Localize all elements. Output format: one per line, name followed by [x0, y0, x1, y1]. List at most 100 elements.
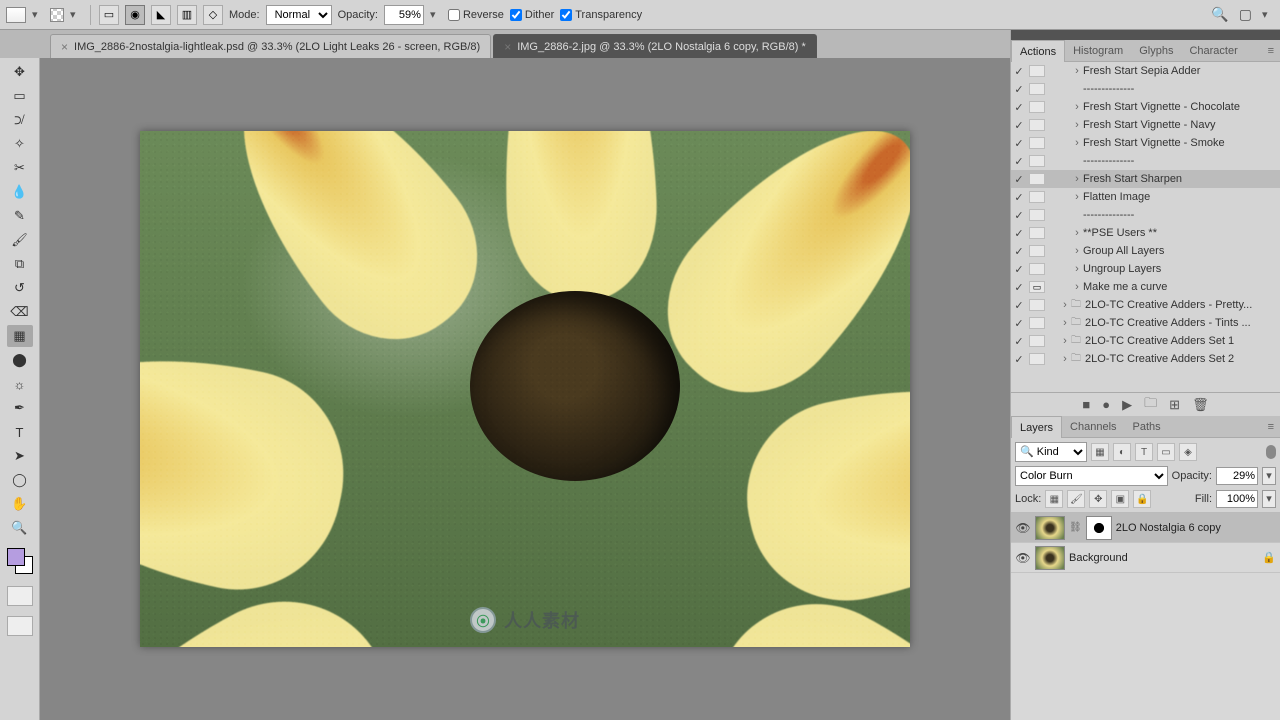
tab-paths[interactable]: Paths [1125, 416, 1169, 438]
transparency-checkbox[interactable]: Transparency [560, 9, 642, 21]
actions-list[interactable]: ✓›Fresh Start Sepia Adder✓--------------… [1011, 62, 1280, 392]
chevron-down-icon[interactable]: ▾ [1262, 8, 1274, 21]
stop-icon[interactable]: ■ [1082, 397, 1090, 412]
gradient-preview[interactable] [50, 8, 64, 22]
chevron-down-icon[interactable]: ▾ [1262, 490, 1276, 508]
hand-tool-icon[interactable]: ✋ [7, 493, 33, 515]
chevron-down-icon[interactable]: ▾ [70, 8, 82, 21]
lasso-tool-icon[interactable]: ⟉ [7, 109, 33, 131]
type-tool-icon[interactable]: T [7, 421, 33, 443]
layer-name[interactable]: 2LO Nostalgia 6 copy [1116, 522, 1276, 534]
action-row[interactable]: ✓›Fresh Start Vignette - Smoke [1011, 134, 1280, 152]
chevron-right-icon[interactable]: › [1071, 65, 1083, 77]
action-dialog-icon[interactable] [1029, 101, 1045, 113]
action-row[interactable]: ✓›Group All Layers [1011, 242, 1280, 260]
trash-icon[interactable]: 🗑 [1192, 397, 1209, 413]
action-dialog-icon[interactable] [1029, 245, 1045, 257]
document-tab[interactable]: × IMG_2886-2.jpg @ 33.3% (2LO Nostalgia … [493, 34, 817, 58]
gradient-tool-icon[interactable]: ▦ [7, 325, 33, 347]
lock-position-icon[interactable]: ✥ [1089, 490, 1107, 508]
action-check-icon[interactable]: ✓ [1011, 65, 1027, 78]
document-tab[interactable]: × IMG_2886-2nostalgia-lightleak.psd @ 33… [50, 34, 491, 58]
dither-checkbox[interactable]: Dither [510, 9, 554, 21]
new-set-icon[interactable]: 🗀 [1144, 394, 1157, 416]
tab-glyphs[interactable]: Glyphs [1131, 40, 1181, 62]
action-check-icon[interactable]: ✓ [1011, 119, 1027, 132]
action-dialog-icon[interactable] [1029, 317, 1045, 329]
action-row[interactable]: ✓›Flatten Image [1011, 188, 1280, 206]
angle-gradient-button[interactable]: ◣ [151, 5, 171, 25]
blend-mode-select[interactable]: Normal [266, 5, 332, 25]
tab-channels[interactable]: Channels [1062, 416, 1124, 438]
action-row[interactable]: ✓-------------- [1011, 80, 1280, 98]
close-icon[interactable]: × [504, 40, 511, 54]
workspace-icon[interactable]: ▢ [1239, 6, 1252, 23]
marquee-tool-icon[interactable]: ▭ [7, 85, 33, 107]
action-dialog-icon[interactable] [1029, 65, 1045, 77]
filter-adjust-icon[interactable]: ◐ [1113, 443, 1131, 461]
layer-opacity-input[interactable] [1216, 467, 1258, 485]
quick-mask-icon[interactable] [7, 586, 33, 606]
tab-actions[interactable]: Actions [1011, 40, 1065, 62]
linear-gradient-button[interactable]: ▭ [99, 5, 119, 25]
filter-shape-icon[interactable]: ▭ [1157, 443, 1175, 461]
canvas-area[interactable]: ⦿ 人人素材 [40, 58, 1010, 720]
action-check-icon[interactable]: ✓ [1011, 245, 1027, 258]
layer-row[interactable]: 👁 ⛓ 2LO Nostalgia 6 copy [1011, 513, 1280, 543]
action-check-icon[interactable]: ✓ [1011, 155, 1027, 168]
path-selection-tool-icon[interactable]: ➤ [7, 445, 33, 467]
filter-kind-select[interactable]: 🔍 Kind [1015, 442, 1087, 462]
action-check-icon[interactable]: ✓ [1011, 281, 1027, 294]
reflected-gradient-button[interactable]: ▥ [177, 5, 197, 25]
action-dialog-icon[interactable] [1029, 209, 1045, 221]
panel-menu-icon[interactable]: ≡ [1262, 45, 1280, 57]
blend-mode-select[interactable]: Color Burn [1015, 466, 1168, 486]
history-brush-tool-icon[interactable]: ↺ [7, 277, 33, 299]
new-action-icon[interactable]: ⊞ [1169, 397, 1180, 413]
radial-gradient-button[interactable]: ◉ [125, 5, 145, 25]
foreground-color-swatch[interactable] [7, 548, 25, 566]
filter-type-icon[interactable]: T [1135, 443, 1153, 461]
search-icon[interactable]: 🔍 [1211, 6, 1228, 23]
layers-list[interactable]: 👁⛓2LO Nostalgia 6 copy👁Background🔒 [1011, 513, 1280, 720]
action-dialog-icon[interactable] [1029, 83, 1045, 95]
clone-stamp-tool-icon[interactable]: ⧉ [7, 253, 33, 275]
chevron-right-icon[interactable]: › [1071, 281, 1083, 293]
canvas-document[interactable]: ⦿ 人人素材 [140, 131, 910, 647]
layer-thumbnail[interactable] [1035, 546, 1065, 570]
action-check-icon[interactable]: ✓ [1011, 101, 1027, 114]
link-icon[interactable]: ⛓ [1069, 522, 1082, 533]
chevron-right-icon[interactable]: › [1059, 353, 1071, 365]
action-row[interactable]: ✓›🗀2LO-TC Creative Adders - Pretty... [1011, 296, 1280, 314]
action-dialog-icon[interactable] [1029, 191, 1045, 203]
chevron-right-icon[interactable]: › [1059, 335, 1071, 347]
lock-all-icon[interactable]: 🔒 [1133, 490, 1151, 508]
close-icon[interactable]: × [61, 40, 68, 54]
action-check-icon[interactable]: ✓ [1011, 209, 1027, 222]
action-dialog-icon[interactable] [1029, 227, 1045, 239]
action-row[interactable]: ✓›Fresh Start Vignette - Chocolate [1011, 98, 1280, 116]
diamond-gradient-button[interactable]: ◇ [203, 5, 223, 25]
action-check-icon[interactable]: ✓ [1011, 353, 1027, 366]
action-check-icon[interactable]: ✓ [1011, 191, 1027, 204]
action-row[interactable]: ✓›Fresh Start Sharpen [1011, 170, 1280, 188]
action-check-icon[interactable]: ✓ [1011, 173, 1027, 186]
blur-tool-icon[interactable]: ⬤ [7, 349, 33, 371]
record-icon[interactable]: ● [1102, 397, 1110, 412]
action-check-icon[interactable]: ✓ [1011, 227, 1027, 240]
action-row[interactable]: ✓›Ungroup Layers [1011, 260, 1280, 278]
gradient-swatch[interactable] [6, 7, 26, 23]
eyedropper-tool-icon[interactable]: 💧 [7, 181, 33, 203]
play-icon[interactable]: ▶ [1122, 397, 1132, 413]
shape-tool-icon[interactable]: ◯ [7, 469, 33, 491]
visibility-icon[interactable]: 👁 [1015, 521, 1031, 535]
lock-transparency-icon[interactable]: ▦ [1045, 490, 1063, 508]
action-check-icon[interactable]: ✓ [1011, 83, 1027, 96]
crop-tool-icon[interactable]: ✂ [7, 157, 33, 179]
tab-histogram[interactable]: Histogram [1065, 40, 1131, 62]
opacity-input[interactable] [384, 5, 424, 25]
action-check-icon[interactable]: ✓ [1011, 299, 1027, 312]
action-dialog-icon[interactable] [1029, 335, 1045, 347]
action-row[interactable]: ✓›🗀2LO-TC Creative Adders - Tints ... [1011, 314, 1280, 332]
action-row[interactable]: ✓›🗀2LO-TC Creative Adders Set 2 [1011, 350, 1280, 368]
